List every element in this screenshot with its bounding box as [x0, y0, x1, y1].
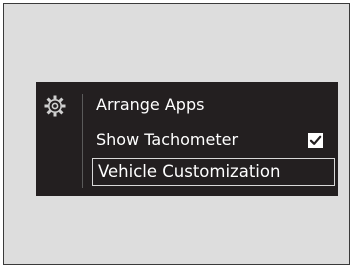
checkmark-icon: [309, 135, 322, 145]
menu-item-vehicle-customization[interactable]: Vehicle Customization: [92, 158, 335, 186]
screen-frame: Arrange Apps Show Tachometer Vehicle Cus…: [3, 3, 350, 265]
gear-icon[interactable]: [43, 94, 67, 118]
settings-menu: Arrange Apps Show Tachometer Vehicle Cus…: [36, 82, 338, 196]
menu-divider: [82, 94, 83, 188]
menu-item-show-tachometer[interactable]: Show Tachometer: [96, 130, 238, 150]
menu-item-arrange-apps[interactable]: Arrange Apps: [96, 95, 204, 115]
show-tachometer-checkbox[interactable]: [308, 133, 323, 148]
